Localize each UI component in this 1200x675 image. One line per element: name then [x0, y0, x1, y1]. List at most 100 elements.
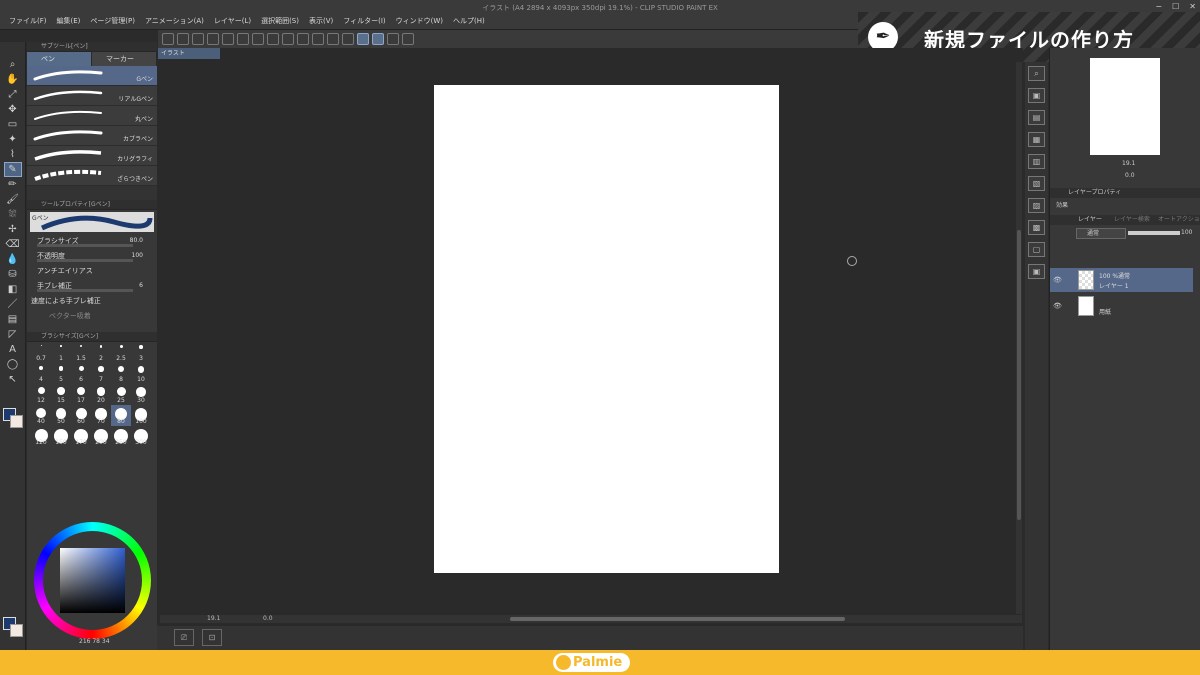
vector-snap-row[interactable]: ベクター吸着 [27, 309, 157, 324]
brush-size-option[interactable]: 1 [51, 342, 71, 363]
quick-access-icon[interactable]: ▩ [1028, 220, 1045, 235]
brush-size-option[interactable]: 6 [71, 363, 91, 384]
correct-line-icon[interactable]: ↖ [5, 373, 21, 386]
layer-opacity-value[interactable]: 100 [1181, 229, 1192, 236]
menu-filter[interactable]: フィルター(I) [338, 15, 390, 27]
move-layer-icon[interactable]: ✥ [5, 103, 21, 116]
undo-icon[interactable] [222, 33, 234, 45]
sub-color-swatch-bottom[interactable] [10, 624, 23, 637]
brush-size-option[interactable]: 5 [51, 363, 71, 384]
brush-size-option[interactable]: 50 [51, 405, 71, 426]
brush-item[interactable]: リアルGペン [27, 86, 157, 106]
balloon-icon[interactable]: ◯ [5, 358, 21, 371]
text-icon[interactable]: A [5, 343, 21, 356]
ruler-icon[interactable]: ◸ [5, 328, 21, 341]
document-tab[interactable]: イラスト [158, 48, 220, 59]
redo-icon[interactable] [237, 33, 249, 45]
history-icon[interactable]: ▤ [1028, 110, 1045, 125]
stabilization-row[interactable]: 手ブレ補正 6 [27, 279, 157, 294]
brush-size-option[interactable]: 170 [71, 426, 91, 447]
snap-grid-icon[interactable] [372, 33, 384, 45]
color-history-icon[interactable]: ▣ [1028, 264, 1045, 279]
animation-cels-icon[interactable]: ▢ [1028, 242, 1045, 257]
brush-item[interactable]: 丸ペン [27, 106, 157, 126]
brush-size-option[interactable]: 250 [111, 426, 131, 447]
brush-size-option[interactable]: 2 [91, 342, 111, 363]
menu-file[interactable]: ファイル(F) [4, 15, 52, 27]
clip-studio-icon[interactable] [162, 33, 174, 45]
visibility-eye-icon[interactable]: 👁 [1053, 276, 1062, 284]
show-area-icon[interactable] [327, 33, 339, 45]
brush-size-option[interactable]: 7 [91, 363, 111, 384]
brush-size-option[interactable]: 25 [111, 384, 131, 405]
color-square[interactable] [60, 548, 125, 613]
navigator-preview[interactable] [1090, 58, 1160, 155]
snap-special-ruler-icon[interactable] [357, 33, 369, 45]
timeline-icon[interactable]: ⎚ [174, 629, 194, 646]
brush-size-option[interactable]: 20 [91, 384, 111, 405]
brush-size-option[interactable]: 30 [131, 384, 151, 405]
menu-layer[interactable]: レイヤー(L) [209, 15, 256, 27]
selection-icon[interactable]: ▭ [5, 118, 21, 131]
brush-size-option[interactable]: 8 [111, 363, 131, 384]
menu-window[interactable]: ウィンドウ(W) [391, 15, 448, 27]
layer-search-icon[interactable]: ▥ [1028, 154, 1045, 169]
snap-ruler-icon[interactable] [342, 33, 354, 45]
brush-item[interactable]: ざらつきペン [27, 166, 157, 186]
eyedropper-icon[interactable]: ⌇ [5, 148, 21, 161]
brush-size-option[interactable]: 60 [71, 405, 91, 426]
menu-selection[interactable]: 選択範囲(S) [256, 15, 304, 27]
tab-layer[interactable]: レイヤー [1078, 215, 1102, 225]
gradient-icon[interactable]: ◧ [5, 283, 21, 296]
brush-size-option[interactable]: 100 [131, 405, 151, 426]
navigator-zoom[interactable]: 19.1 [1122, 160, 1135, 167]
snap-off-icon[interactable] [387, 33, 399, 45]
material-icon[interactable]: ▣ [1028, 88, 1045, 103]
save-icon[interactable] [207, 33, 219, 45]
brush-size-option[interactable]: 0.7 [31, 342, 51, 363]
layer-row[interactable]: 👁 用紙 [1050, 294, 1193, 318]
visibility-eye-icon[interactable]: 👁 [1053, 302, 1062, 310]
brush-size-option[interactable]: 4 [31, 363, 51, 384]
layer-row[interactable]: 👁 100 %通常 レイヤー 1 [1050, 268, 1193, 292]
speed-stabilization-row[interactable]: 速度による手ブレ補正 [27, 294, 157, 309]
brush-size-option[interactable]: 1.5 [71, 342, 91, 363]
brush-size-option[interactable]: 12 [31, 384, 51, 405]
brush-item[interactable]: カリグラフィ [27, 146, 157, 166]
opacity-slider[interactable] [37, 259, 133, 262]
frame-icon[interactable]: ▤ [5, 313, 21, 326]
fill-bucket-icon[interactable]: ⛁ [5, 268, 21, 281]
decoration-icon[interactable]: ✢ [5, 223, 21, 236]
close-button[interactable]: ✕ [1189, 2, 1196, 11]
brush-size-option[interactable]: 120 [31, 426, 51, 447]
stabilization-slider[interactable] [37, 289, 133, 292]
layer-property-tab[interactable]: レイヤープロパティ [1050, 188, 1200, 198]
zoom-readout[interactable]: 19.1 [207, 615, 220, 623]
search-icon[interactable]: ⌕ [1028, 66, 1045, 81]
menu-page[interactable]: ページ管理(P) [85, 15, 140, 27]
color-wheel[interactable] [34, 522, 151, 639]
pencil-icon[interactable]: ✏ [5, 178, 21, 191]
refresh-icon[interactable] [402, 33, 414, 45]
brush-size-option[interactable]: 3 [131, 342, 151, 363]
eraser-icon[interactable]: ⌫ [5, 238, 21, 251]
menu-animation[interactable]: アニメーション(A) [140, 15, 209, 27]
new-file-icon[interactable] [177, 33, 189, 45]
brush-size-option[interactable]: 150 [51, 426, 71, 447]
horizontal-scrollbar[interactable]: 19.1 0.0 [160, 615, 1022, 623]
angle-readout[interactable]: 0.0 [263, 615, 273, 623]
layout-icon[interactable]: ⊡ [202, 629, 222, 646]
operation-icon[interactable]: ⤢ [5, 88, 21, 101]
paper-canvas[interactable] [434, 85, 779, 573]
clear-icon[interactable] [267, 33, 279, 45]
layer-opacity-slider[interactable] [1128, 231, 1180, 235]
brush-size-option[interactable]: 300 [131, 426, 151, 447]
hand-icon[interactable]: ✋ [5, 73, 21, 86]
blend-icon[interactable]: 💧 [5, 253, 21, 266]
tab-auto-action[interactable]: オートアクション [1158, 215, 1200, 225]
tab-pen[interactable]: ペン [27, 52, 92, 66]
figure-icon[interactable]: ／ [5, 298, 21, 311]
fill-icon[interactable] [282, 33, 294, 45]
minimize-button[interactable]: − [1155, 2, 1162, 11]
brush-size-option[interactable]: 2.5 [111, 342, 131, 363]
